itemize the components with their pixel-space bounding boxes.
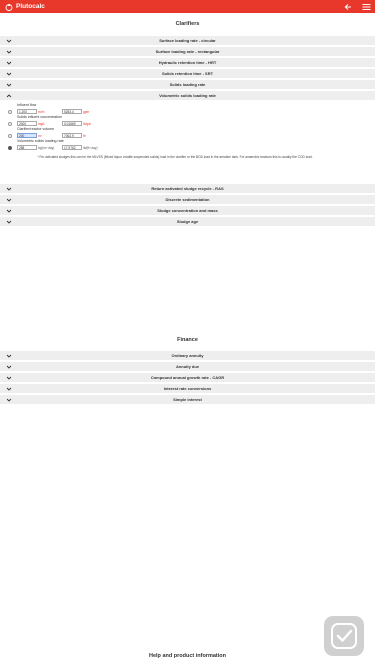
row-label: Hydraulic retention time - HRT bbox=[158, 60, 217, 65]
row-label: Sludge concentration and mass bbox=[157, 208, 218, 213]
accordion-row-ras[interactable]: Return activated sludge recycle - RAS bbox=[0, 184, 375, 193]
accordion-row-simple-interest[interactable]: Simple interest bbox=[0, 395, 375, 404]
row-label: Volumetric solids loading rate bbox=[159, 93, 216, 98]
arrow-left-icon[interactable] bbox=[343, 2, 353, 12]
row-label: Solids retention time - SRT bbox=[161, 71, 214, 76]
chevron-down-icon bbox=[5, 385, 12, 392]
flame-logo-icon bbox=[4, 2, 13, 11]
chevron-up-icon bbox=[5, 92, 12, 99]
top-app-bar: Plutocalc bbox=[0, 0, 375, 13]
reactor-volume-input[interactable]: 200 bbox=[17, 133, 37, 138]
result-input-alt[interactable]: 17.9762 bbox=[62, 145, 82, 150]
solids-concentration-input-alt[interactable]: 0.01669 bbox=[62, 121, 82, 126]
influent-flow-unit-alt: gpm bbox=[83, 110, 90, 114]
reactor-volume-input-alt[interactable]: 7062.9 bbox=[62, 133, 82, 138]
influent-flow-input[interactable]: 1,200 bbox=[17, 109, 37, 114]
row-label: Solids loading rate bbox=[169, 82, 206, 87]
row-label: Compound annual growth rate - CAGR bbox=[150, 375, 225, 380]
accordion-row-discrete-sedimentation[interactable]: Discrete sedimentation bbox=[0, 195, 375, 204]
solids-concentration-label: Solids influent concentration bbox=[17, 115, 62, 119]
chevron-down-icon bbox=[5, 37, 12, 44]
finance-list: Ordinary annuity Annuity due Compound an… bbox=[0, 351, 375, 406]
accordion-row-ordinary-annuity[interactable]: Ordinary annuity bbox=[0, 351, 375, 360]
accordion-row-solids-loading-rate[interactable]: Solids loading rate bbox=[0, 80, 375, 89]
chevron-down-icon bbox=[5, 218, 12, 225]
row-label: Discrete sedimentation bbox=[165, 197, 210, 202]
row-label: Return activated sludge recycle - RAS bbox=[151, 186, 224, 191]
influent-flow-unit: m³/h bbox=[38, 110, 45, 114]
volumetric-solids-panel: Influent flow 1,200 m³/h 5283.4 gpm Soli… bbox=[0, 101, 375, 181]
chevron-down-icon bbox=[5, 396, 12, 403]
row-label: Interest rate conversions bbox=[163, 386, 212, 391]
influent-flow-input-alt[interactable]: 5283.4 bbox=[62, 109, 82, 114]
chevron-down-icon bbox=[5, 352, 12, 359]
reactor-volume-label: Clarifier/reactor volume bbox=[17, 127, 55, 131]
chevron-down-icon bbox=[5, 59, 12, 66]
chevron-down-icon bbox=[5, 185, 12, 192]
solids-concentration-unit: mg/L bbox=[38, 122, 46, 126]
accordion-row-interest-rate-conversions[interactable]: Interest rate conversions bbox=[0, 384, 375, 393]
accordion-row-annuity-due[interactable]: Annuity due bbox=[0, 362, 375, 371]
footnote: * For activated sludges this can be the … bbox=[37, 155, 313, 159]
chevron-down-icon bbox=[5, 48, 12, 55]
result-radio[interactable] bbox=[8, 146, 12, 150]
accordion-row-srt[interactable]: Solids retention time - SRT bbox=[0, 69, 375, 78]
accordion-row-sludge-concentration[interactable]: Sludge concentration and mass bbox=[0, 206, 375, 215]
chevron-down-icon bbox=[5, 196, 12, 203]
row-label: Sludge age bbox=[176, 219, 199, 224]
help-section-title: Help and product information bbox=[149, 653, 226, 659]
chevron-down-icon bbox=[5, 374, 12, 381]
influent-flow-radio[interactable] bbox=[8, 110, 12, 114]
accordion-row-cagr[interactable]: Compound annual growth rate - CAGR bbox=[0, 373, 375, 382]
result-input[interactable]: 288 bbox=[17, 145, 37, 150]
influent-flow-label: Influent flow bbox=[17, 103, 37, 107]
row-label: Annuity due bbox=[175, 364, 200, 369]
accordion-row-sludge-age[interactable]: Sludge age bbox=[0, 217, 375, 226]
chevron-down-icon bbox=[5, 81, 12, 88]
result-unit: kg/(m³·day) bbox=[38, 146, 55, 150]
solids-concentration-radio[interactable] bbox=[8, 122, 12, 126]
accordion-row-surface-loading-circular[interactable]: Surface loading rate - circular bbox=[0, 36, 375, 45]
app-title: Plutocalc bbox=[16, 3, 45, 10]
chevron-down-icon bbox=[5, 363, 12, 370]
row-label: Simple interest bbox=[173, 397, 202, 402]
reactor-volume-radio[interactable] bbox=[8, 134, 12, 138]
chevron-down-icon bbox=[5, 70, 12, 77]
checkmark-app-icon bbox=[324, 616, 364, 656]
reactor-volume-unit: m³ bbox=[38, 134, 42, 138]
accordion-row-surface-loading-rectangular[interactable]: Surface loading rate - rectangular bbox=[0, 47, 375, 56]
solids-concentration-unit-alt: lb/gal bbox=[83, 122, 91, 126]
hamburger-menu-icon[interactable] bbox=[361, 2, 371, 12]
row-label: Surface loading rate - circular bbox=[159, 38, 216, 43]
clarifiers-section-title: Clarifiers bbox=[175, 21, 200, 27]
row-label: Surface loading rate - rectangular bbox=[155, 49, 220, 54]
solids-concentration-input[interactable]: 2000 bbox=[17, 121, 37, 126]
row-label: Ordinary annuity bbox=[171, 353, 204, 358]
finance-section-title: Finance bbox=[177, 337, 198, 343]
result-unit-alt: lb/(ft³·day) bbox=[83, 146, 98, 150]
reactor-volume-unit-alt: ft³ bbox=[83, 134, 86, 138]
clarifiers-list: Surface loading rate - circular Surface … bbox=[0, 36, 375, 102]
accordion-row-hrt[interactable]: Hydraulic retention time - HRT bbox=[0, 58, 375, 67]
result-label: Volumetric solids loading rate bbox=[17, 139, 64, 143]
clarifiers-list-continued: Return activated sludge recycle - RAS Di… bbox=[0, 184, 375, 228]
accordion-row-volumetric-solids-loading-rate[interactable]: Volumetric solids loading rate bbox=[0, 91, 375, 100]
chevron-down-icon bbox=[5, 207, 12, 214]
